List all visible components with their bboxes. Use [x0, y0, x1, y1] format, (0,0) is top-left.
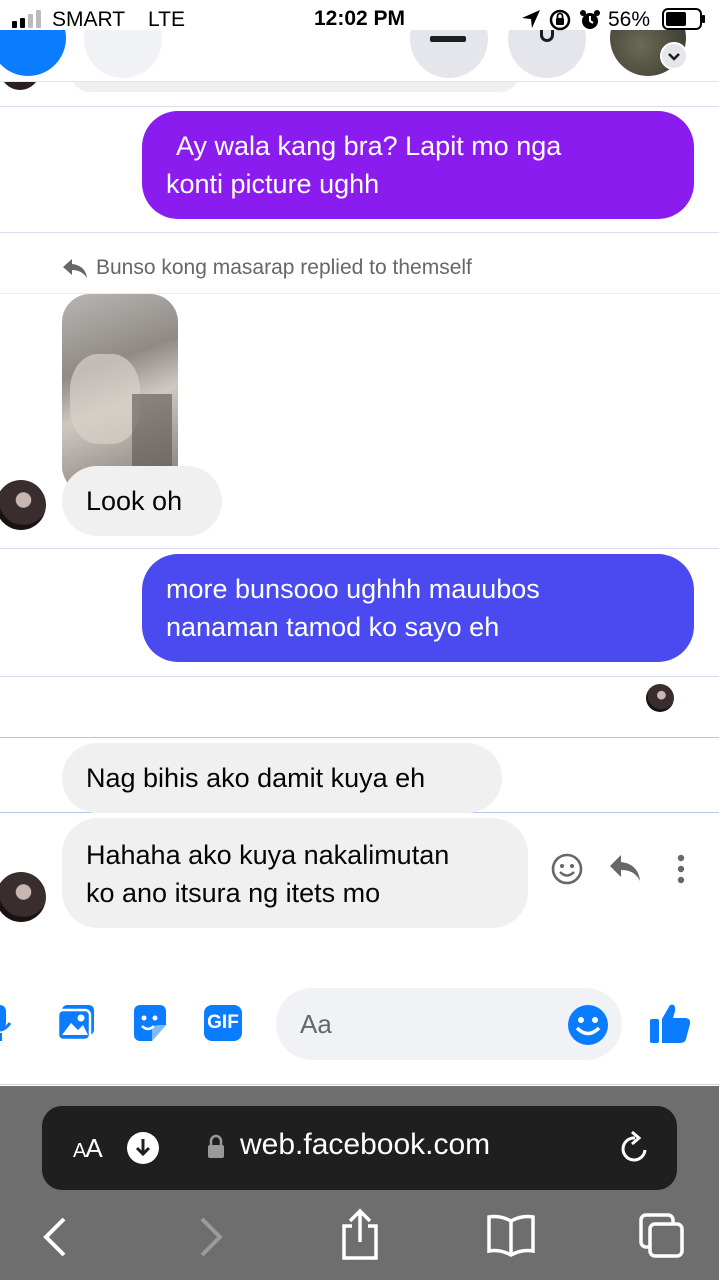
divider: [0, 232, 719, 233]
forward-icon[interactable]: [196, 1213, 226, 1261]
message-line: Hahaha ako kuya nakalimutan: [86, 840, 450, 870]
divider: [0, 676, 719, 677]
aa-large: A: [85, 1133, 102, 1163]
lock-icon: [208, 1134, 224, 1158]
orientation-lock-icon: [549, 9, 571, 31]
message-bubble-incoming[interactable]: Look oh: [62, 466, 222, 536]
battery-percent: 56%: [608, 8, 651, 31]
react-icon[interactable]: [550, 852, 584, 886]
sender-avatar[interactable]: [0, 872, 46, 922]
message-line: more bunsooo ughhh mauubos: [166, 574, 540, 604]
message-bubble-incoming[interactable]: Hahaha ako kuya nakalimutan ko ano itsur…: [62, 818, 528, 928]
sender-avatar[interactable]: [0, 480, 46, 530]
bookmarks-icon[interactable]: [486, 1213, 536, 1257]
reply-label-text: Bunso kong masarap replied to themself: [96, 256, 472, 279]
message-line: ko ano itsura ng itets mo: [86, 878, 381, 908]
aa-small: A: [73, 1140, 86, 1162]
message-text: Nag bihis ako damit kuya eh: [86, 763, 426, 793]
seen-receipt-avatar: [646, 684, 674, 712]
sticker-icon[interactable]: [130, 1003, 170, 1043]
message-text: Look oh: [86, 486, 183, 516]
gif-icon[interactable]: GIF: [204, 1005, 242, 1041]
tabs-icon[interactable]: [638, 1213, 686, 1259]
message-line: Ay wala kang bra? Lapit mo nga: [176, 131, 562, 161]
more-icon[interactable]: [674, 852, 688, 886]
message-bubble-outgoing[interactable]: Ay wala kang bra? Lapit mo nga konti pic…: [142, 111, 694, 219]
divider: [0, 737, 719, 738]
shared-photo[interactable]: [62, 294, 178, 494]
share-icon[interactable]: [338, 1208, 382, 1262]
alarm-icon: [580, 10, 600, 29]
message-line: konti picture ughh: [166, 169, 380, 199]
page: { "status_bar": { "carrier": "SMART", "n…: [0, 0, 719, 1280]
microphone-icon[interactable]: [0, 1003, 16, 1043]
download-icon[interactable]: [126, 1131, 160, 1165]
message-bubble-incoming[interactable]: Nag bihis ako damit kuya eh: [62, 743, 502, 813]
thumbs-up-icon[interactable]: [648, 1001, 692, 1045]
reply-arrow-icon: [63, 259, 87, 278]
account-menu-chevron-icon[interactable]: [660, 42, 688, 70]
page-settings-button[interactable]: AA: [73, 1133, 103, 1164]
photo-icon[interactable]: [56, 1003, 96, 1043]
emoji-icon[interactable]: [566, 1003, 610, 1047]
divider: [0, 548, 719, 549]
status-bar: SMART LTE 12:02 PM 56%: [0, 0, 719, 40]
divider: [0, 106, 719, 107]
message-bubble-outgoing[interactable]: more bunsooo ughhh mauubos nanaman tamod…: [142, 554, 694, 662]
location-arrow-icon: [522, 10, 540, 28]
back-icon[interactable]: [40, 1213, 70, 1261]
battery-icon: [662, 8, 705, 30]
url-text: web.facebook.com: [240, 1128, 491, 1161]
reply-icon[interactable]: [608, 852, 642, 884]
message-line: nanaman tamod ko sayo eh: [166, 612, 500, 642]
gif-label: GIF: [207, 1012, 239, 1033]
reload-icon[interactable]: [618, 1130, 652, 1166]
reply-label: Bunso kong masarap replied to themself: [62, 256, 472, 280]
